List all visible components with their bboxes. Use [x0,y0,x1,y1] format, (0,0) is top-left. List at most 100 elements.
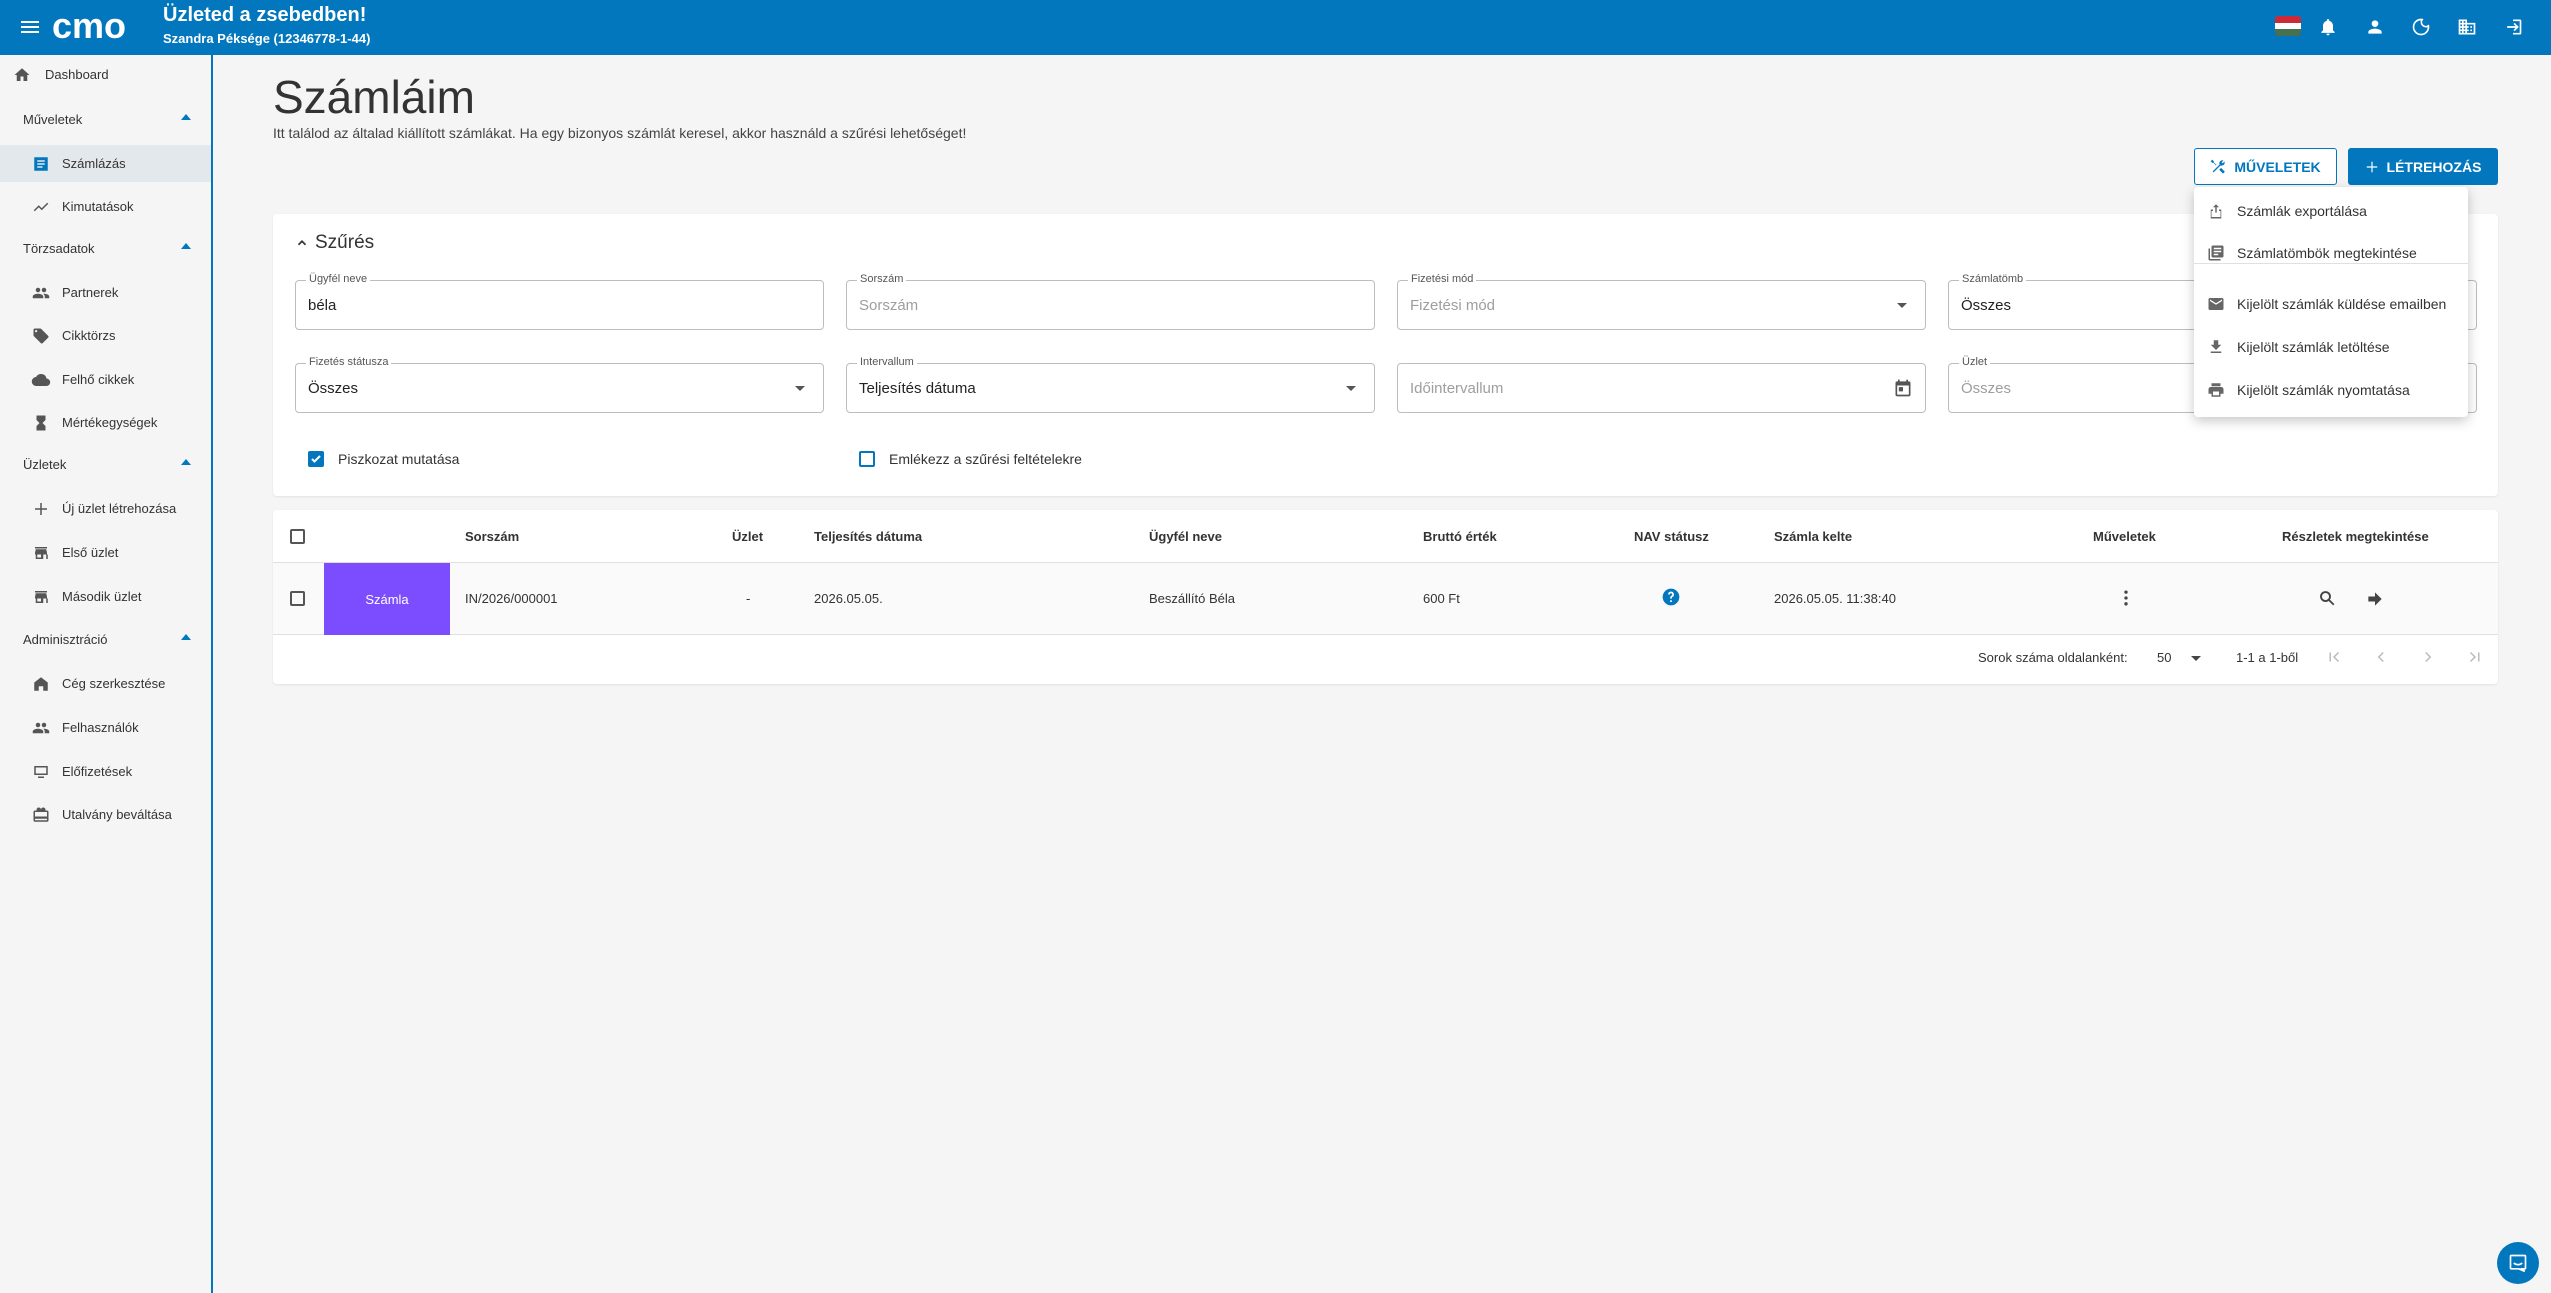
select-all-checkbox[interactable] [290,529,305,544]
gift-card-icon [31,805,51,825]
sidebar-section-torzsadatok[interactable]: Törzsadatok [0,230,211,267]
serial-field[interactable]: Sorszám Sorszám [846,273,1375,330]
row-checkbox[interactable] [290,591,305,606]
plus-icon [31,499,51,519]
interval-select[interactable]: Intervallum Teljesítés dátuma [846,356,1375,413]
email-icon [2206,294,2226,314]
cell-serial: IN/2026/000001 [465,591,558,606]
column-header-fulfillment-date[interactable]: Teljesítés dátuma [814,529,922,544]
column-header-gross[interactable]: Bruttó érték [1423,529,1497,544]
people-icon [31,718,51,738]
menu-item-print[interactable]: Kijelölt számlák nyomtatása [2194,370,2468,410]
show-draft-checkbox[interactable] [308,451,324,467]
check-icon [311,455,321,463]
column-header-customer[interactable]: Ügyfél neve [1149,529,1222,544]
remember-filters-label: Emlékezz a szűrési feltételekre [889,451,1082,467]
logout-icon[interactable] [2500,14,2526,40]
collapse-caret-icon [181,459,191,465]
company-icon[interactable] [2454,14,2480,40]
dropdown-arrow-icon [2191,656,2202,662]
menu-item-send-email[interactable]: Kijelölt számlák küldése emailben [2194,284,2468,324]
last-page-icon[interactable] [2466,648,2484,666]
column-header-serial[interactable]: Sorszám [465,529,519,544]
sidebar-section-adminisztracio[interactable]: Adminisztráció [0,621,211,658]
create-button[interactable]: LÉTREHOZÁS [2348,148,2498,185]
sidebar-section-uzletek[interactable]: Üzletek [0,446,211,483]
list-icon [31,154,51,174]
sidebar-item-szamlazas[interactable]: Számlázás [0,145,211,182]
company-name: Szandra Péksége (12346778-1-44) [163,31,371,46]
download-icon [2206,337,2226,357]
search-icon[interactable] [2318,589,2336,607]
menu-item-export[interactable]: Számlák exportálása [2194,191,2468,231]
hungarian-flag-icon[interactable] [2275,16,2301,36]
chevron-up-icon [297,240,307,246]
sidebar-item-kimutatasok[interactable]: Kimutatások [0,188,211,225]
sidebar-item-felhasznalok[interactable]: Felhasználók [0,709,211,746]
sidebar-section-muveletek[interactable]: Műveletek [0,101,211,138]
store-icon [31,587,51,607]
sidebar-item-dashboard[interactable]: Dashboard [0,56,211,93]
pagination-range: 1-1 a 1-ből [2236,650,2299,665]
column-header-nav-status[interactable]: NAV státusz [1634,529,1709,544]
column-header-issued[interactable]: Számla kelte [1774,529,1852,544]
print-icon [2206,380,2226,400]
cell-shop: - [746,591,751,606]
operations-button[interactable]: MŰVELETEK [2194,148,2337,185]
table-row[interactable]: Számla IN/2026/000001 - 2026.05.05. Besz… [273,563,2498,635]
rows-per-page-select[interactable]: 50 [2157,650,2202,665]
plus-icon [2366,161,2377,172]
more-vert-icon[interactable] [2116,588,2136,608]
svg-text:cmo: cmo [52,9,126,45]
sidebar-item-elso-uzlet[interactable]: Első üzlet [0,534,211,571]
store-icon [31,543,51,563]
export-icon [2206,201,2226,221]
payment-method-select[interactable]: Fizetési mód Fizetési mód [1397,273,1926,330]
sidebar-item-partnerek[interactable]: Partnerek [0,274,211,311]
sidebar-item-uj-uzlet[interactable]: Új üzlet létrehozása [0,490,211,527]
payment-status-select[interactable]: Fizetés státusza Összes [295,356,824,413]
sidebar-item-cikktorzs[interactable]: Cikktörzs [0,317,211,354]
dropdown-arrow-icon [795,386,805,391]
filter-panel: Szűrés Ügyfél neve béla Sorszám Sorszám … [273,214,2498,496]
sidebar-item-elofizetesek[interactable]: Előfizetések [0,753,211,790]
filter-toggle[interactable]: Szűrés [295,232,374,254]
sidebar-item-ceg-szerkesztese[interactable]: Cég szerkesztése [0,665,211,702]
collapse-caret-icon [181,114,191,120]
sidebar: Dashboard Műveletek Számlázás Kimutatáso… [0,55,213,1293]
collapse-caret-icon [181,243,191,249]
remember-filters-checkbox[interactable] [859,451,875,467]
people-icon [31,283,51,303]
top-bar: cmo Üzleted a zsebedben! Szandra Péksége… [0,0,2551,55]
column-header-shop[interactable]: Üzlet [732,529,763,544]
dark-mode-icon[interactable] [2408,14,2434,40]
sidebar-item-mertekegysegek[interactable]: Mértékegységek [0,404,211,441]
chart-line-icon [31,197,51,217]
sidebar-item-felho-cikkek[interactable]: Felhő cikkek [0,361,211,398]
rows-per-page-label: Sorok száma oldalanként: [1978,650,2128,665]
sidebar-item-masodik-uzlet[interactable]: Második üzlet [0,578,211,615]
menu-item-view-blocks[interactable]: Számlatömbök megtekintése [2194,233,2468,273]
first-page-icon[interactable] [2325,648,2343,666]
sidebar-item-utalvany[interactable]: Utalvány beváltása [0,796,211,833]
invoice-table: Sorszám Üzlet Teljesítés dátuma Ügyfél n… [273,510,2498,684]
date-range-field[interactable]: Időintervallum [1397,363,1926,413]
customer-name-field[interactable]: Ügyfél neve béla [295,273,824,330]
cmo-logo[interactable]: cmo [52,9,154,45]
hourglass-icon [31,413,51,433]
previous-page-icon[interactable] [2372,648,2390,666]
arrow-forward-icon[interactable] [2365,589,2385,609]
help-icon[interactable] [1661,587,1681,607]
chat-button[interactable] [2497,1242,2539,1284]
menu-icon[interactable] [18,15,42,39]
calendar-icon[interactable] [1893,378,1913,398]
home-icon [12,65,32,85]
cloud-icon [31,370,51,390]
bell-icon[interactable] [2315,14,2341,40]
cell-customer: Beszállító Béla [1149,591,1235,606]
next-page-icon[interactable] [2419,648,2437,666]
user-icon[interactable] [2362,14,2388,40]
tools-icon [2210,159,2226,174]
menu-item-download[interactable]: Kijelölt számlák letöltése [2194,327,2468,367]
cell-gross: 600 Ft [1423,591,1460,606]
